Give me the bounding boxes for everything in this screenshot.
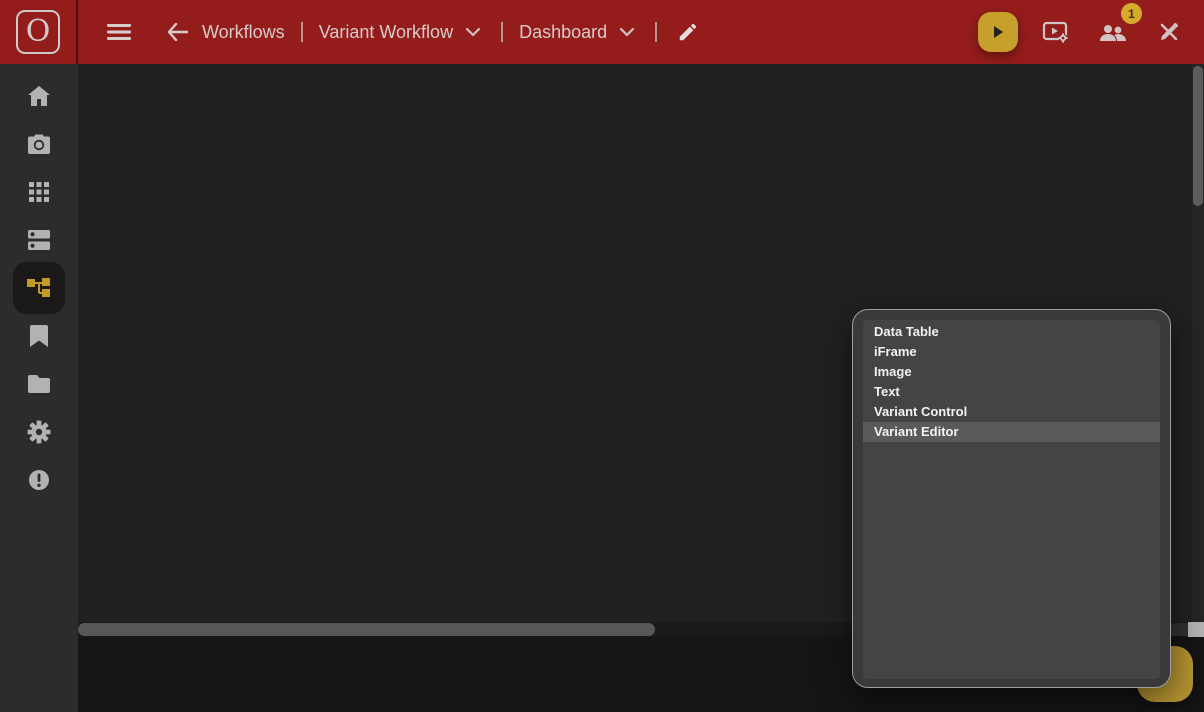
logo-frame: O — [16, 10, 60, 54]
horizontal-scrollbar-end-segment — [1168, 623, 1190, 636]
widget-picker-popup: Data Table iFrame Image Text Variant Con… — [852, 309, 1171, 688]
sidebar-item-servers[interactable] — [13, 216, 65, 264]
edit-off-button[interactable] — [1152, 15, 1186, 49]
sidebar-item-settings[interactable] — [13, 408, 65, 456]
back-arrow-icon — [166, 22, 188, 42]
top-bar: O Workflows Variant Workflow — [0, 0, 1204, 64]
horizontal-scrollbar-thumb[interactable] — [78, 623, 655, 636]
hamburger-icon — [106, 22, 132, 42]
menu-hamburger-button[interactable] — [102, 18, 136, 46]
menu-item-image[interactable]: Image — [863, 362, 1160, 382]
edit-off-icon — [1156, 19, 1182, 45]
breadcrumb-divider — [501, 22, 503, 42]
camera-icon — [27, 133, 51, 155]
sidebar-item-camera[interactable] — [13, 120, 65, 168]
edit-pencil-icon — [677, 21, 699, 43]
apps-grid-icon — [28, 181, 50, 203]
vertical-scrollbar-track[interactable] — [1192, 64, 1204, 622]
left-sidebar — [0, 64, 78, 712]
video-settings-button[interactable] — [1038, 15, 1074, 49]
sidebar-item-apps[interactable] — [13, 168, 65, 216]
play-icon — [989, 23, 1007, 41]
view-name-dropdown[interactable]: Dashboard — [519, 22, 607, 43]
settings-gear-icon — [27, 420, 51, 444]
menu-item-data-table[interactable]: Data Table — [863, 322, 1160, 342]
run-workflow-button[interactable] — [978, 12, 1018, 52]
horizontal-scrollbar-right-thumb[interactable] — [1188, 622, 1204, 637]
topbar-actions: 1 — [978, 0, 1186, 64]
logo-letter: O — [26, 17, 51, 47]
app-root: O Workflows Variant Workflow — [0, 0, 1204, 712]
folder-icon — [27, 374, 51, 394]
back-button[interactable] — [162, 18, 192, 46]
dns-servers-icon — [27, 229, 51, 251]
sidebar-item-workflows[interactable] — [13, 262, 65, 314]
video-settings-icon — [1042, 19, 1070, 45]
workflow-dropdown-button[interactable] — [461, 23, 485, 41]
menu-item-iframe[interactable]: iFrame — [863, 342, 1160, 362]
chevron-down-icon — [465, 27, 481, 37]
breadcrumb-root[interactable]: Workflows — [202, 22, 285, 43]
sidebar-item-home[interactable] — [13, 72, 65, 120]
sidebar-item-bookmarks[interactable] — [13, 312, 65, 360]
notification-badge: 1 — [1121, 3, 1142, 24]
rename-button[interactable] — [673, 17, 703, 47]
sidebar-item-files[interactable] — [13, 360, 65, 408]
vertical-scrollbar-thumb[interactable] — [1193, 66, 1203, 206]
bookmark-icon — [29, 324, 49, 348]
view-dropdown-button[interactable] — [615, 23, 639, 41]
collaborators-button[interactable]: 1 — [1094, 17, 1132, 47]
workflow-tree-icon — [26, 276, 52, 300]
app-logo[interactable]: O — [0, 0, 78, 64]
breadcrumb-divider — [301, 22, 303, 42]
home-icon — [27, 85, 51, 107]
error-alert-icon — [28, 469, 50, 491]
chevron-down-icon — [619, 27, 635, 37]
breadcrumb: Workflows Variant Workflow Dashboard — [102, 17, 703, 47]
menu-item-text[interactable]: Text — [863, 382, 1160, 402]
menu-item-variant-editor[interactable]: Variant Editor — [863, 422, 1160, 442]
sidebar-item-alerts[interactable] — [13, 456, 65, 504]
widget-picker-list: Data Table iFrame Image Text Variant Con… — [863, 320, 1160, 679]
workflow-name-dropdown[interactable]: Variant Workflow — [319, 22, 453, 43]
breadcrumb-divider — [655, 22, 657, 42]
people-group-icon — [1098, 21, 1128, 43]
menu-item-variant-control[interactable]: Variant Control — [863, 402, 1160, 422]
